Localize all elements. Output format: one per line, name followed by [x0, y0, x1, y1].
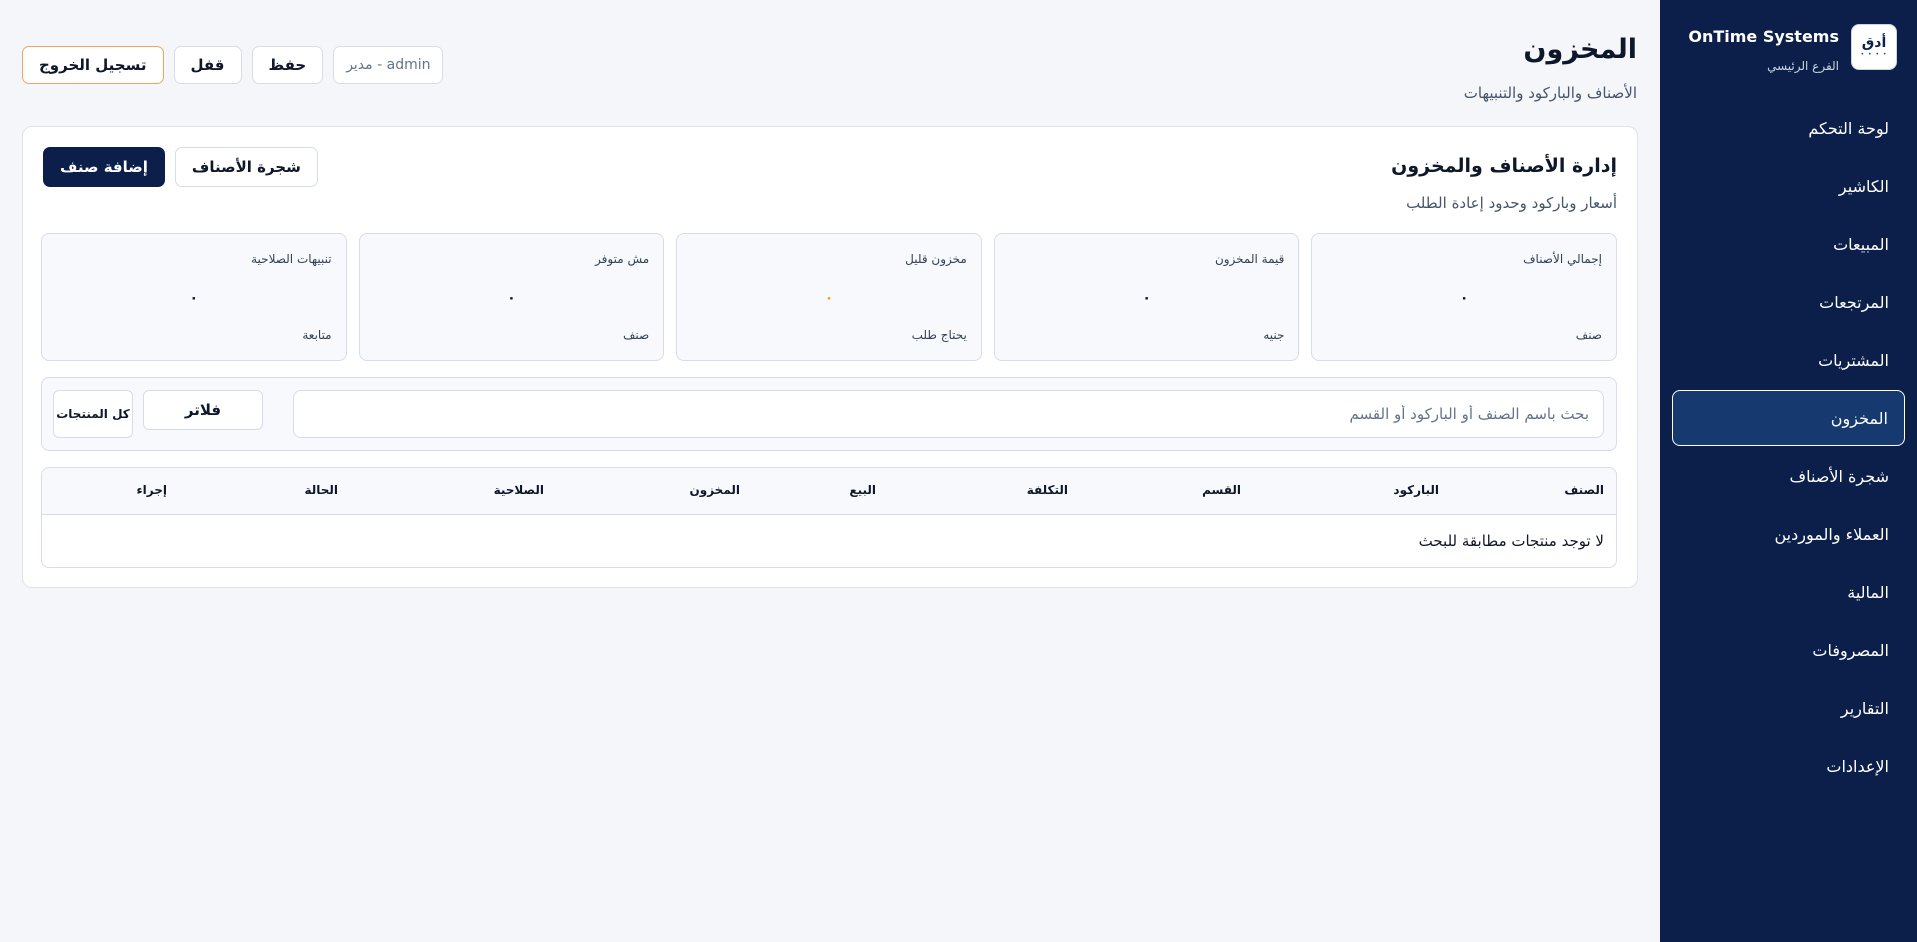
stat-value: ٠ — [507, 290, 516, 306]
stat-unit: جنيه — [1263, 328, 1285, 342]
stat-total-items: إجمالي الأصناف ٠ صنف — [1311, 233, 1617, 361]
brand-name: OnTime Systems — [1688, 27, 1839, 46]
sidebar-item-purchases[interactable]: المشتريات — [1672, 332, 1905, 388]
sidebar-nav: لوحة التحكم الكاشير المبيعات المرتجعات ا… — [1660, 100, 1917, 796]
sidebar: أدق • • • • OnTime Systems الفرع الرئيسي… — [1660, 0, 1917, 942]
stat-stock-value: قيمة المخزون ٠ جنيه — [993, 233, 1300, 361]
table-empty-message: لا توجد منتجات مطابقة للبحث — [1418, 532, 1604, 550]
sidebar-item-sales[interactable]: المبيعات — [1672, 216, 1905, 272]
stat-unit: يحتاج طلب — [911, 328, 967, 342]
stat-expiry-alerts: تنبيهات الصلاحية ٠ متابعة — [41, 233, 347, 361]
col-price: البيع — [849, 483, 876, 497]
brand-logo-sub: • • • • — [1860, 51, 1888, 58]
col-barcode: الباركود — [1393, 483, 1439, 497]
category-select[interactable]: كل المنتجات — [53, 390, 133, 438]
page-title: المخزون — [1523, 34, 1637, 65]
col-stock: المخزون — [689, 483, 740, 497]
sidebar-item-inventory[interactable]: المخزون — [1672, 390, 1905, 446]
table-header: الصنف الباركود القسم التكلفة البيع المخز… — [42, 468, 1616, 515]
col-expiry: الصلاحية — [493, 483, 544, 497]
stat-unit: صنف — [622, 328, 650, 342]
sidebar-item-label: المصروفات — [1812, 640, 1889, 660]
stat-value: ٠ — [189, 290, 199, 306]
col-action: إجراء — [136, 483, 167, 497]
search-input[interactable] — [293, 390, 1604, 438]
col-category: القسم — [1202, 483, 1241, 497]
stat-label: تنبيهات الصلاحية — [251, 252, 332, 266]
filters-button[interactable]: فلاتر — [143, 390, 263, 430]
sidebar-item-label: المالية — [1847, 582, 1889, 602]
sidebar-item-cashier[interactable]: الكاشير — [1672, 158, 1905, 214]
stat-label: إجمالي الأصناف — [1523, 252, 1602, 266]
sidebar-item-label: المرتجعات — [1819, 292, 1889, 312]
lock-button[interactable]: قفل — [173, 46, 242, 84]
sidebar-item-label: التقارير — [1840, 698, 1889, 718]
brand: أدق • • • • OnTime Systems الفرع الرئيسي — [1674, 24, 1897, 84]
top-actions: تسجيل الخروج قفل حفظ admin - مدير — [22, 46, 444, 84]
panel-subtitle: أسعار وباركود وحدود إعادة الطلب — [1406, 194, 1617, 212]
col-item: الصنف — [1564, 483, 1604, 497]
filters-bar: فلاتر كل المنتجات — [41, 377, 1617, 451]
sidebar-item-label: المخزون — [1830, 408, 1888, 428]
page-subtitle: الأصناف والباركود والتنبيهات — [1463, 84, 1637, 102]
sidebar-item-label: الإعدادات — [1826, 756, 1889, 776]
stat-label: مخزون قليل — [905, 252, 967, 266]
col-cost: التكلفة — [1026, 483, 1068, 497]
main-content: المخزون الأصناف والباركود والتنبيهات تسج… — [0, 0, 1660, 942]
stats-row: إجمالي الأصناف ٠ صنف قيمة المخزون ٠ جنيه… — [41, 233, 1617, 361]
logout-button[interactable]: تسجيل الخروج — [22, 46, 164, 84]
save-button[interactable]: حفظ — [251, 46, 324, 84]
products-table: الصنف الباركود القسم التكلفة البيع المخز… — [41, 467, 1617, 568]
sidebar-item-label: شجرة الأصناف — [1789, 466, 1889, 486]
sidebar-item-returns[interactable]: المرتجعات — [1672, 274, 1905, 330]
col-status: الحالة — [304, 483, 338, 497]
panel-actions: إضافة صنف شجرة الأصناف — [43, 147, 318, 187]
sidebar-item-reports[interactable]: التقارير — [1672, 680, 1905, 736]
sidebar-item-dashboard[interactable]: لوحة التحكم — [1672, 100, 1905, 156]
brand-logo-text: أدق — [1861, 35, 1887, 51]
sidebar-item-label: المشتريات — [1818, 350, 1889, 370]
sidebar-item-label: المبيعات — [1833, 234, 1889, 254]
sidebar-item-expenses[interactable]: المصروفات — [1672, 622, 1905, 678]
brand-logo: أدق • • • • — [1851, 24, 1897, 70]
sidebar-item-category-tree[interactable]: شجرة الأصناف — [1672, 448, 1905, 504]
sidebar-item-finance[interactable]: المالية — [1672, 564, 1905, 620]
stat-unit: متابعة — [302, 328, 332, 342]
brand-text: OnTime Systems الفرع الرئيسي — [1688, 24, 1839, 73]
panel-title: إدارة الأصناف والمخزون — [1391, 155, 1617, 177]
user-chip: admin - مدير — [333, 46, 444, 84]
sidebar-item-settings[interactable]: الإعدادات — [1672, 738, 1905, 794]
stat-out-of-stock: مش متوفر ٠ صنف — [358, 233, 665, 361]
stat-label: قيمة المخزون — [1214, 252, 1285, 266]
category-tree-button[interactable]: شجرة الأصناف — [174, 147, 318, 187]
stat-unit: صنف — [1575, 328, 1602, 342]
stat-value: ٠ — [824, 290, 834, 306]
sidebar-item-label: العملاء والموردين — [1774, 524, 1890, 544]
sidebar-item-customers-suppliers[interactable]: العملاء والموردين — [1672, 506, 1905, 562]
inventory-panel: إدارة الأصناف والمخزون أسعار وباركود وحد… — [22, 126, 1638, 588]
sidebar-item-label: لوحة التحكم — [1808, 118, 1889, 138]
stat-label: مش متوفر — [595, 252, 650, 266]
stat-low-stock: مخزون قليل ٠ يحتاج طلب — [676, 233, 982, 361]
stat-value: ٠ — [1459, 290, 1469, 306]
sidebar-item-label: الكاشير — [1838, 176, 1889, 196]
brand-branch: الفرع الرئيسي — [1767, 59, 1839, 73]
stat-value: ٠ — [1142, 290, 1151, 306]
add-item-button[interactable]: إضافة صنف — [43, 147, 165, 187]
